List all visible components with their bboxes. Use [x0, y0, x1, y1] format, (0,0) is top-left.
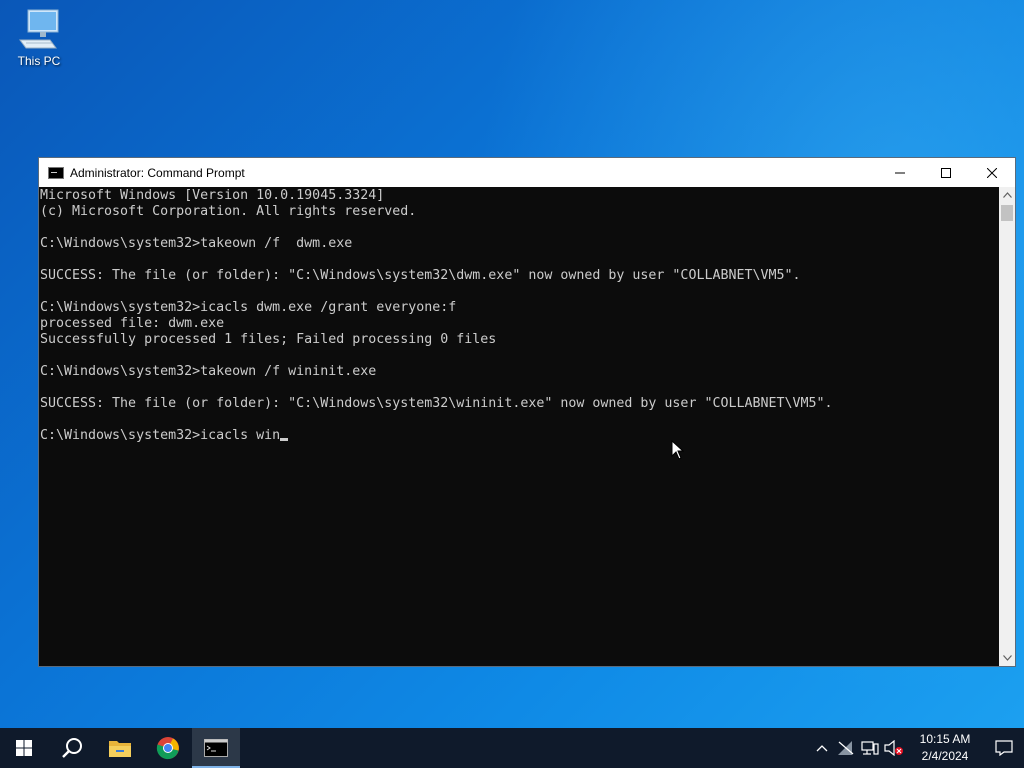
file-explorer-button[interactable] [96, 728, 144, 768]
system-tray: 10:15 AM 2/4/2024 [810, 728, 1024, 768]
clock-time: 10:15 AM [919, 732, 971, 746]
command-prompt-window[interactable]: Administrator: Command Prompt Microsoft … [38, 157, 1016, 667]
console-line: C:\Windows\system32>icacls dwm.exe /gran… [40, 300, 457, 315]
console-line: (c) Microsoft Corporation. All rights re… [40, 204, 417, 219]
chrome-button[interactable] [144, 728, 192, 768]
desktop: This PC Administrator: Command Prompt Mi… [0, 0, 1024, 728]
taskbar: 10:15 AM 2/4/2024 [0, 728, 1024, 768]
console-line: C:\Windows\system32>takeown /f wininit.e… [40, 364, 377, 379]
windows-logo-icon [16, 740, 32, 756]
tray-network[interactable] [858, 728, 882, 768]
show-hidden-icons-button[interactable] [810, 728, 834, 768]
maximize-button[interactable] [923, 158, 969, 187]
console-line: processed file: dwm.exe [40, 316, 225, 331]
window-titlebar[interactable]: Administrator: Command Prompt [39, 158, 1015, 187]
console-line: SUCCESS: The file (or folder): "C:\Windo… [40, 268, 801, 283]
scroll-thumb[interactable] [1001, 205, 1013, 221]
cmd-app-icon [48, 166, 64, 179]
chevron-down-icon [1002, 655, 1012, 661]
close-icon [987, 167, 997, 178]
desktop-icon-label: This PC [17, 54, 61, 68]
tray-network-disconnected[interactable] [834, 728, 858, 768]
volume-muted-icon [884, 740, 903, 756]
network-icon [861, 741, 879, 755]
console-current-input[interactable]: C:\Windows\system32>icacls win [40, 428, 280, 443]
mouse-pointer-icon [671, 440, 685, 460]
chevron-up-icon [1002, 192, 1012, 198]
command-prompt-taskbar-button[interactable] [192, 728, 240, 768]
cmd-icon [204, 739, 228, 757]
minimize-button[interactable] [877, 158, 923, 187]
chevron-up-icon [816, 744, 828, 751]
start-button[interactable] [0, 728, 48, 768]
desktop-icon-this-pc[interactable]: This PC [8, 8, 70, 76]
console-line: Successfully processed 1 files; Failed p… [40, 332, 497, 347]
taskbar-clock[interactable]: 10:15 AM 2/4/2024 [914, 731, 976, 765]
search-button[interactable] [48, 728, 96, 768]
vertical-scrollbar[interactable] [999, 187, 1015, 666]
window-title: Administrator: Command Prompt [70, 165, 245, 180]
computer-icon [19, 9, 59, 49]
close-button[interactable] [969, 158, 1015, 187]
console-line: SUCCESS: The file (or folder): "C:\Windo… [40, 396, 833, 411]
folder-icon [109, 741, 131, 757]
scroll-up-button[interactable] [999, 187, 1015, 203]
minimize-icon [895, 172, 905, 173]
clock-date: 2/4/2024 [921, 749, 969, 763]
console-line: C:\Windows\system32>takeown /f dwm.exe [40, 236, 353, 251]
text-cursor [280, 438, 289, 441]
maximize-icon [941, 167, 951, 178]
notification-icon [995, 740, 1013, 756]
scroll-down-button[interactable] [999, 650, 1015, 666]
console-line: Microsoft Windows [Version 10.0.19045.33… [40, 188, 385, 203]
search-icon [62, 738, 82, 758]
network-disconnected-icon [838, 741, 854, 755]
chrome-icon [156, 737, 179, 760]
console-input-line[interactable]: C:\Windows\system32>icacls win [40, 428, 999, 444]
console-output[interactable]: Microsoft Windows [Version 10.0.19045.33… [39, 187, 999, 666]
tray-volume[interactable] [882, 728, 906, 768]
action-center-button[interactable] [984, 728, 1024, 768]
